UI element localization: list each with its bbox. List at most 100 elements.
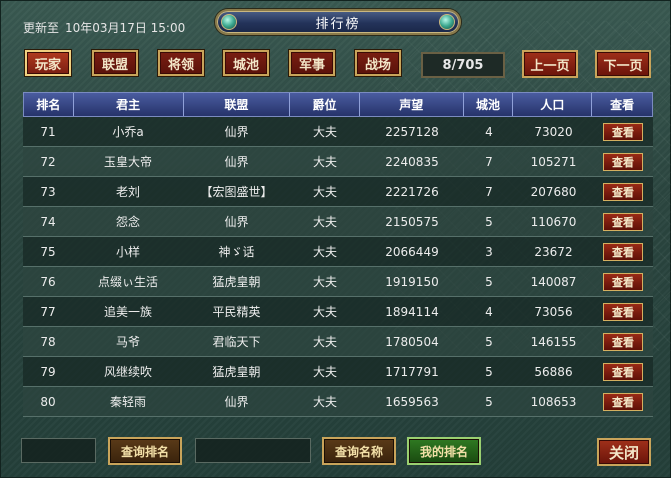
view-cell: 查看: [593, 357, 653, 386]
view-cell: 查看: [593, 207, 653, 236]
fame-cell: 2257128: [385, 124, 439, 139]
population-cell: 73020: [534, 124, 573, 139]
title-cell: 大夫: [312, 275, 337, 289]
jade-orb-icon: [221, 14, 237, 30]
alliance-cell: 猛虎皇朝: [212, 275, 261, 289]
lord-cell: 点缀ぃ生活: [97, 275, 158, 289]
my-rank-button[interactable]: 我的排名: [407, 437, 481, 465]
alliance-cell: 神ゞ话: [218, 245, 255, 259]
view-button[interactable]: 查看: [603, 302, 643, 321]
rank-cell: 78: [40, 334, 56, 349]
rank-search-input[interactable]: [21, 438, 96, 463]
lord-cell: 追美一族: [103, 305, 152, 319]
ranking-window: 更新至 10年03月17日 15:00 排行榜 玩家 联盟 将领 城池 军事 战…: [0, 0, 671, 478]
alliance-cell: 猛虎皇朝: [212, 365, 261, 379]
rank-cell: 74: [40, 214, 56, 229]
tab-cities[interactable]: 城池: [223, 50, 269, 76]
title-cell: 大夫: [312, 305, 337, 319]
page-title: 排行榜: [315, 16, 361, 32]
tab-military[interactable]: 军事: [289, 50, 335, 76]
lord-cell: 小样: [115, 245, 140, 259]
view-button[interactable]: 查看: [603, 152, 643, 171]
jade-orb-icon: [439, 14, 455, 30]
lord-cell: 马爷: [115, 335, 140, 349]
tab-battlefield[interactable]: 战场: [355, 50, 401, 76]
title-cell: 大夫: [312, 395, 337, 409]
alliance-cell: 君临天下: [212, 335, 261, 349]
ranking-table: 排名 君主 联盟 爵位 声望 城池 人口 查看 71 小乔a 仙界 大夫 2257128…: [23, 92, 653, 417]
tab-alliances[interactable]: 联盟: [92, 50, 138, 76]
rank-cell: 73: [40, 184, 56, 199]
population-cell: 23672: [534, 244, 573, 259]
fame-cell: 1919150: [385, 274, 439, 289]
cities-cell: 5: [485, 364, 493, 379]
fame-cell: 2221726: [385, 184, 439, 199]
title-cell: 大夫: [312, 215, 337, 229]
title-cell: 大夫: [312, 185, 337, 199]
column-header-title: 爵位: [290, 93, 360, 116]
population-cell: 207680: [530, 184, 577, 199]
view-cell: 查看: [593, 147, 653, 176]
rank-cell: 80: [40, 394, 56, 409]
view-cell: 查看: [593, 327, 653, 356]
query-rank-button[interactable]: 查询排名: [108, 437, 182, 465]
table-body: 71 小乔a 仙界 大夫 2257128 4 73020 查看 72 玉皇大帝 仙界 大夫 224083…: [23, 117, 653, 417]
column-header-cities: 城池: [464, 93, 514, 116]
title-cell: 大夫: [312, 365, 337, 379]
updated-time: 10年03月17日 15:00: [65, 21, 186, 35]
view-button[interactable]: 查看: [603, 182, 643, 201]
table-row: 80 秦轻雨 仙界 大夫 1659563 5 108653 查看: [23, 387, 653, 417]
rank-cell: 77: [40, 304, 56, 319]
rank-cell: 75: [40, 244, 56, 259]
view-button[interactable]: 查看: [603, 332, 643, 351]
table-header: 排名 君主 联盟 爵位 声望 城池 人口 查看: [23, 92, 653, 117]
view-cell: 查看: [593, 387, 653, 416]
close-button[interactable]: 关闭: [597, 438, 651, 466]
prev-page-button[interactable]: 上一页: [522, 50, 578, 78]
rank-cell: 79: [40, 364, 56, 379]
population-cell: 105271: [530, 154, 577, 169]
fame-cell: 1717791: [385, 364, 439, 379]
view-cell: 查看: [593, 117, 653, 146]
view-cell: 查看: [593, 177, 653, 206]
lord-cell: 怨念: [115, 215, 140, 229]
table-row: 72 玉皇大帝 仙界 大夫 2240835 7 105271 查看: [23, 147, 653, 177]
view-button[interactable]: 查看: [603, 362, 643, 381]
rank-cell: 71: [40, 124, 56, 139]
rank-cell: 72: [40, 154, 56, 169]
view-button[interactable]: 查看: [603, 212, 643, 231]
view-button[interactable]: 查看: [603, 392, 643, 411]
lord-cell: 风继续吹: [103, 365, 152, 379]
fame-cell: 1894114: [385, 304, 439, 319]
cities-cell: 5: [485, 334, 493, 349]
name-search-input[interactable]: [195, 438, 311, 463]
page-indicator: 8/705: [421, 52, 505, 78]
view-button[interactable]: 查看: [603, 122, 643, 141]
population-cell: 108653: [530, 394, 577, 409]
title-cell: 大夫: [312, 245, 337, 259]
population-cell: 146155: [530, 334, 577, 349]
query-name-button[interactable]: 查询名称: [322, 437, 396, 465]
cities-cell: 4: [485, 304, 493, 319]
tab-players[interactable]: 玩家: [25, 50, 71, 76]
fame-cell: 2240835: [385, 154, 439, 169]
cities-cell: 3: [485, 244, 493, 259]
title-cell: 大夫: [312, 155, 337, 169]
lord-cell: 秦轻雨: [109, 395, 146, 409]
view-button[interactable]: 查看: [603, 242, 643, 261]
title-cell: 大夫: [312, 125, 337, 139]
table-row: 76 点缀ぃ生活 猛虎皇朝 大夫 1919150 5 140087 查看: [23, 267, 653, 297]
alliance-cell: 仙界: [224, 215, 249, 229]
tab-generals[interactable]: 将领: [158, 50, 204, 76]
updated-prefix: 更新至: [23, 21, 60, 35]
lord-cell: 小乔a: [112, 125, 144, 139]
view-cell: 查看: [593, 267, 653, 296]
population-cell: 56886: [534, 364, 573, 379]
table-row: 73 老刘 【宏图盛世】 大夫 2221726 7 207680 查看: [23, 177, 653, 207]
column-header-population: 人口: [513, 93, 593, 116]
next-page-button[interactable]: 下一页: [595, 50, 651, 78]
view-button[interactable]: 查看: [603, 272, 643, 291]
fame-cell: 1659563: [385, 394, 439, 409]
view-cell: 查看: [593, 237, 653, 266]
table-row: 79 风继续吹 猛虎皇朝 大夫 1717791 5 56886 查看: [23, 357, 653, 387]
